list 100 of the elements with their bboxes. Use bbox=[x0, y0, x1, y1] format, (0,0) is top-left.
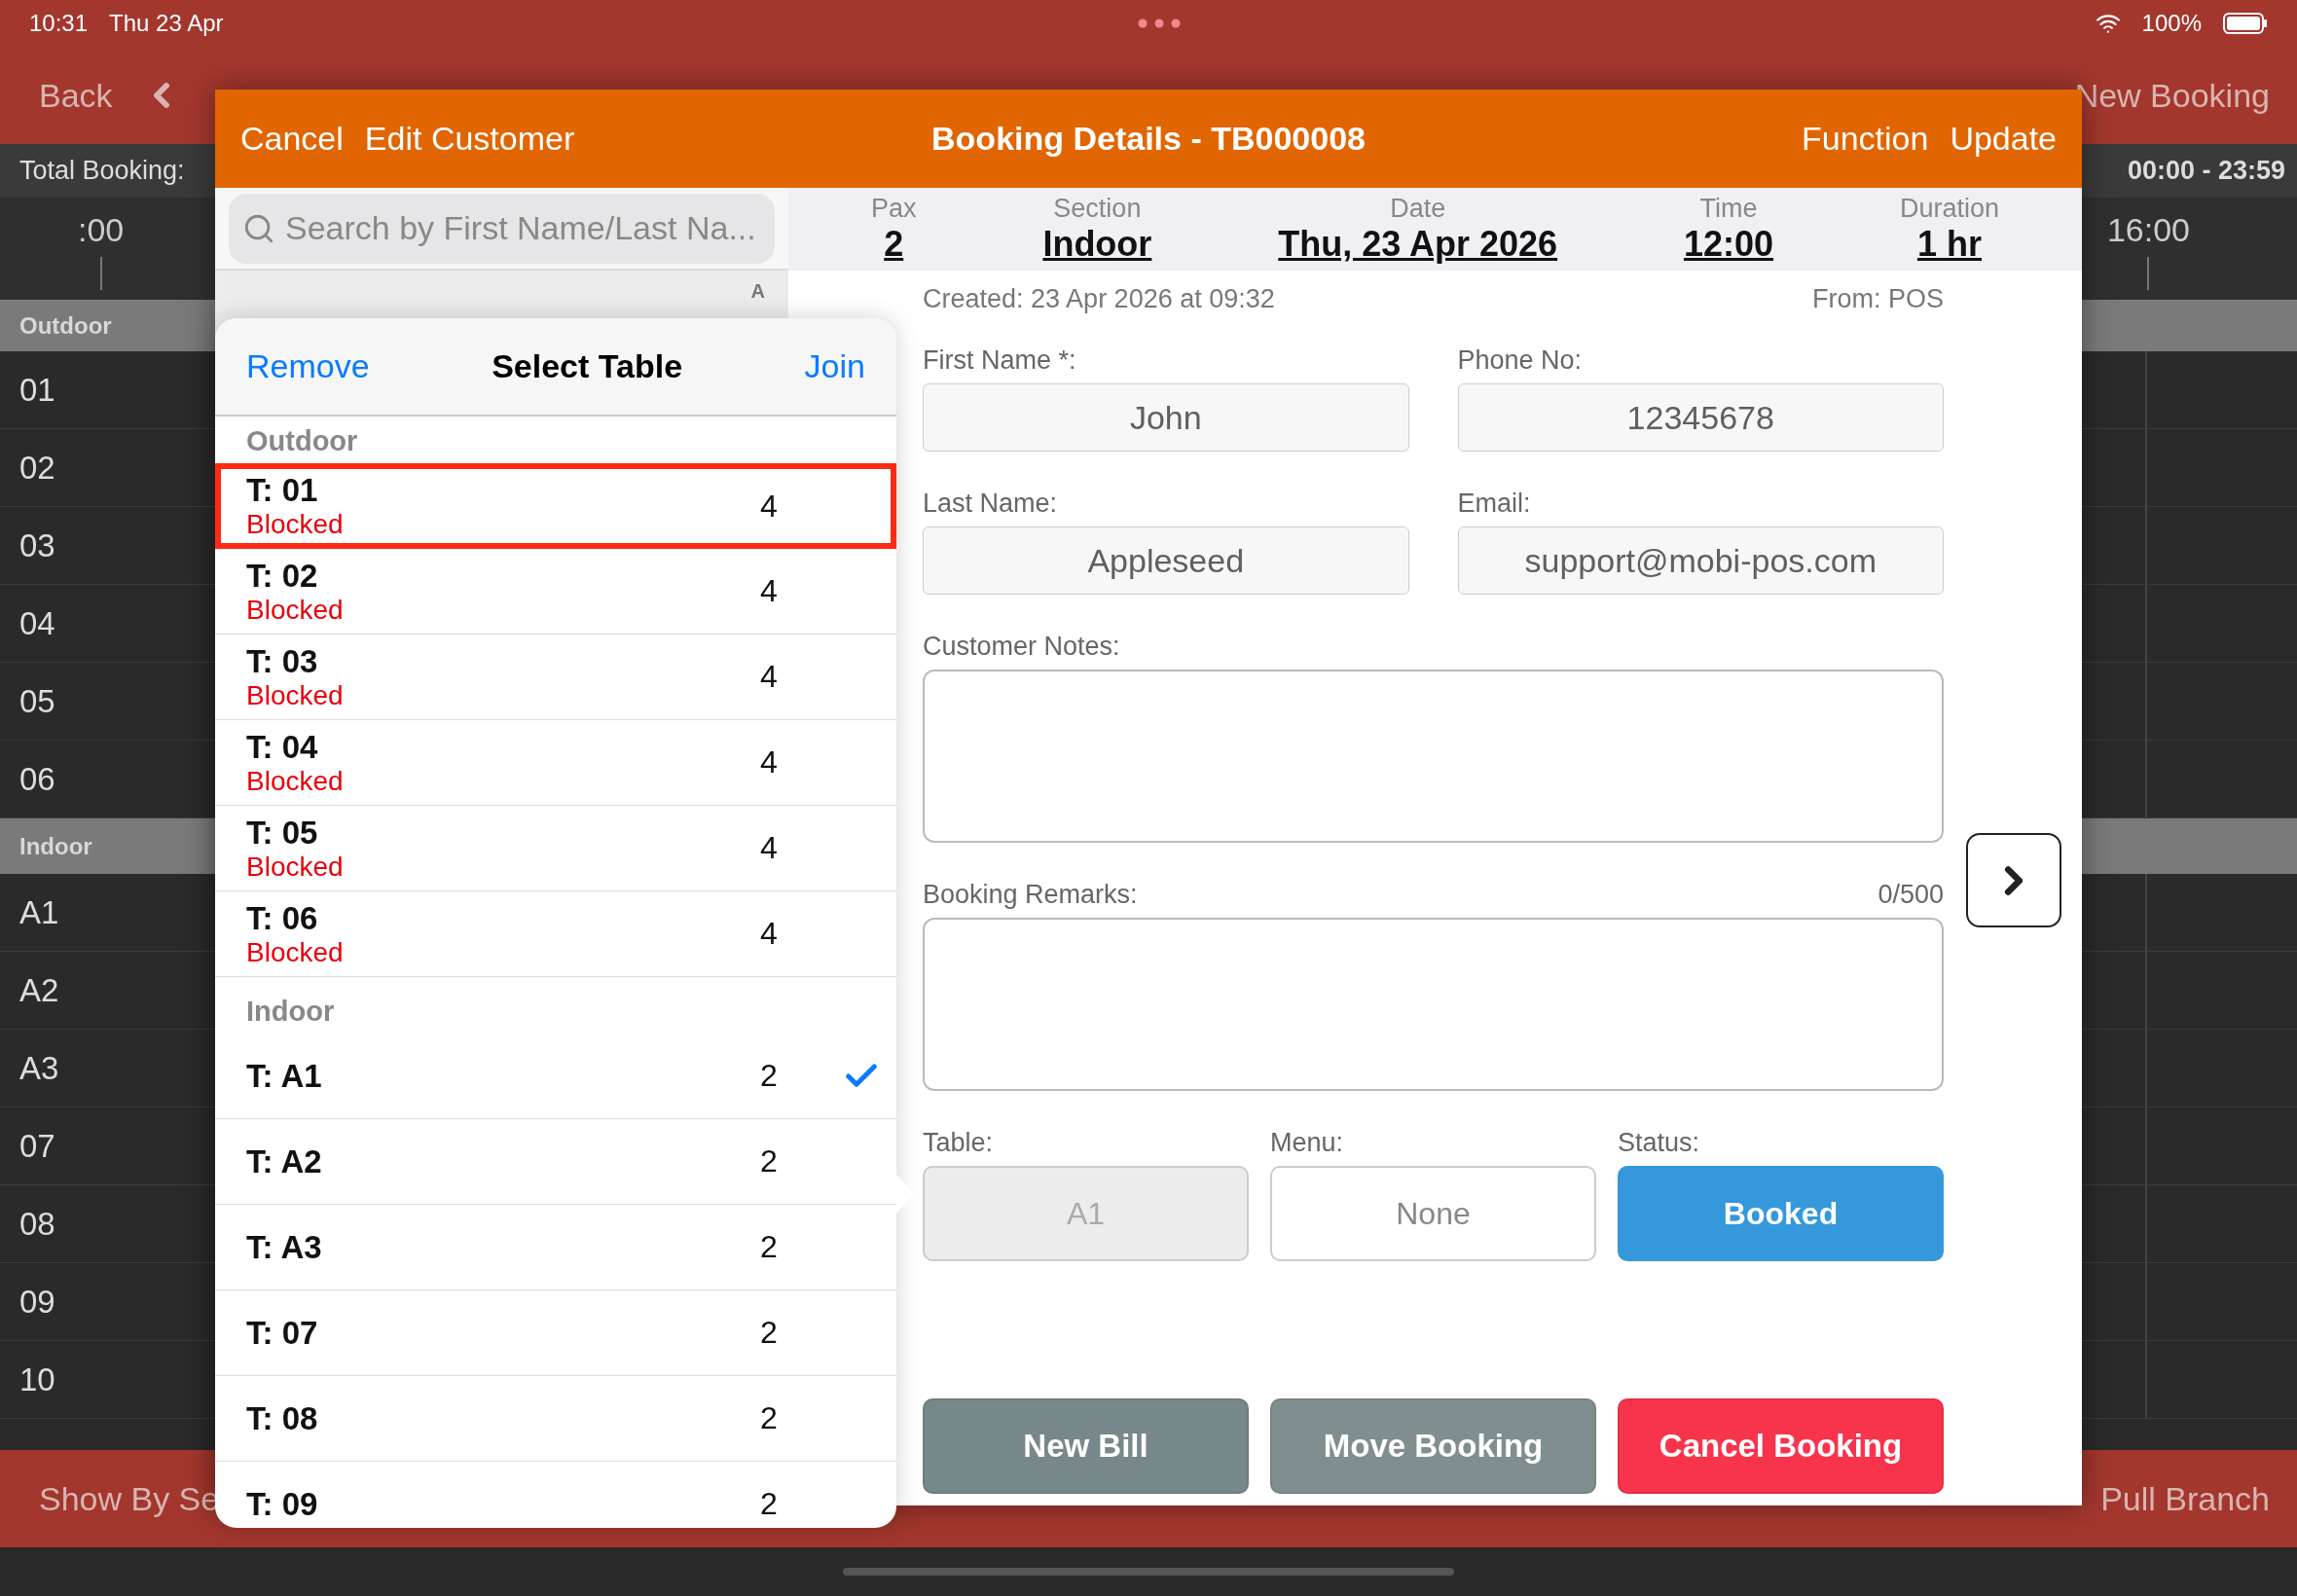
table-name: 02 bbox=[19, 449, 55, 487]
time-tick-label: 16:00 bbox=[2106, 211, 2190, 249]
table-row[interactable]: T: 06 Blocked 4 bbox=[215, 891, 896, 977]
table-name: 09 bbox=[19, 1283, 55, 1321]
more-dots-icon bbox=[1138, 18, 1182, 28]
dialog-title: Booking Details - TB000008 bbox=[931, 120, 1366, 158]
table-row[interactable]: T: 01 Blocked 4 bbox=[215, 463, 896, 549]
input-field[interactable]: Appleseed bbox=[923, 526, 1409, 595]
table-row[interactable]: T: 03 Blocked 4 bbox=[215, 635, 896, 720]
table-name: 05 bbox=[19, 682, 55, 720]
table-row[interactable]: T: 04 Blocked 4 bbox=[215, 720, 896, 806]
field-label: Status: bbox=[1618, 1128, 1701, 1158]
action-button[interactable]: Cancel Booking bbox=[1618, 1398, 1944, 1494]
table-name: T: 09 bbox=[246, 1485, 319, 1523]
field-label: Email: bbox=[1457, 489, 1532, 519]
input-field[interactable]: 12345678 bbox=[1457, 383, 1944, 452]
battery-icon bbox=[2223, 13, 2268, 34]
seat-count: 4 bbox=[760, 659, 779, 695]
field-label: Booking Remarks: bbox=[923, 880, 1138, 910]
field-label: Menu: bbox=[1270, 1128, 1345, 1158]
seat-count: 2 bbox=[760, 1229, 779, 1265]
detail-value[interactable]: Indoor bbox=[1042, 224, 1152, 265]
detail-value[interactable]: 1 hr bbox=[1916, 224, 1982, 265]
header-action[interactable]: Cancel bbox=[240, 120, 344, 158]
group-header: Indoor bbox=[246, 996, 335, 1028]
table-name: T: A2 bbox=[246, 1143, 323, 1180]
header-action[interactable]: Function bbox=[1801, 120, 1929, 158]
table-row[interactable]: T: 09 2 bbox=[215, 1462, 896, 1528]
pull-branch-button[interactable]: Pull Branch bbox=[2100, 1479, 2270, 1518]
notes-field[interactable] bbox=[923, 670, 1944, 843]
seat-count: 2 bbox=[760, 1400, 779, 1436]
table-name: A2 bbox=[19, 971, 59, 1009]
table-name: T: 04 bbox=[246, 728, 319, 766]
table-name: 06 bbox=[19, 760, 55, 798]
table-name: T: A1 bbox=[246, 1057, 323, 1095]
detail-value[interactable]: Thu, 23 Apr 2026 bbox=[1278, 224, 1558, 265]
detail-label: Time bbox=[1699, 194, 1758, 224]
header-action[interactable]: Edit Customer bbox=[364, 120, 575, 158]
table-name: T: 06 bbox=[246, 899, 319, 937]
table-name: 10 bbox=[19, 1360, 55, 1398]
table-row[interactable]: T: 05 Blocked 4 bbox=[215, 806, 896, 891]
table-name: T: A3 bbox=[246, 1228, 323, 1266]
header-action[interactable]: Update bbox=[1950, 120, 2057, 158]
status-date: Thu 23 Apr bbox=[109, 10, 224, 37]
table-row[interactable]: T: 08 2 bbox=[215, 1376, 896, 1462]
seat-count: 2 bbox=[760, 1315, 779, 1351]
seat-count: 4 bbox=[760, 916, 779, 952]
table-row[interactable]: T: 02 Blocked 4 bbox=[215, 549, 896, 635]
detail-label: Section bbox=[1053, 194, 1142, 224]
action-button[interactable]: New Bill bbox=[923, 1398, 1249, 1494]
field-label: Table: bbox=[923, 1128, 995, 1158]
detail-value[interactable]: 2 bbox=[884, 224, 904, 265]
detail-value[interactable]: 12:00 bbox=[1683, 224, 1774, 265]
table-name: T: 07 bbox=[246, 1314, 319, 1352]
table-status: Blocked bbox=[246, 936, 345, 968]
seat-count: 4 bbox=[760, 830, 779, 866]
back-button[interactable]: Back bbox=[39, 76, 113, 115]
table-name: T: 01 bbox=[246, 472, 319, 509]
table-name: 04 bbox=[19, 604, 55, 642]
next-button[interactable] bbox=[1966, 833, 2061, 927]
status-button[interactable]: Booked bbox=[1618, 1166, 1944, 1261]
seat-count: 4 bbox=[760, 744, 779, 780]
table-status: Blocked bbox=[246, 509, 345, 540]
action-button[interactable]: Move Booking bbox=[1270, 1398, 1596, 1494]
table-status: Blocked bbox=[246, 765, 345, 797]
table-row[interactable]: T: A3 2 bbox=[215, 1205, 896, 1290]
group-header: Outdoor bbox=[246, 425, 358, 457]
table-name: T: 02 bbox=[246, 557, 319, 595]
seat-count: 4 bbox=[760, 573, 779, 609]
detail-label: Pax bbox=[870, 194, 917, 224]
select-field[interactable]: None bbox=[1270, 1166, 1596, 1261]
table-name: 07 bbox=[19, 1127, 55, 1165]
table-name: A3 bbox=[19, 1049, 59, 1087]
input-field[interactable]: John bbox=[923, 383, 1409, 452]
status-time: 10:31 bbox=[29, 10, 89, 37]
battery-percent: 100% bbox=[2141, 10, 2202, 37]
table-name: T: 03 bbox=[246, 642, 319, 680]
remarks-field[interactable] bbox=[923, 918, 1944, 1091]
table-name: 08 bbox=[19, 1205, 55, 1243]
table-name: A1 bbox=[19, 893, 59, 931]
table-status: Blocked bbox=[246, 679, 345, 711]
table-name: 01 bbox=[19, 371, 55, 409]
input-field[interactable]: support@mobi-pos.com bbox=[1457, 526, 1944, 595]
field-label: Last Name: bbox=[923, 489, 1059, 519]
detail-label: Date bbox=[1390, 194, 1446, 224]
table-name: 03 bbox=[19, 526, 55, 564]
table-status: Blocked bbox=[246, 594, 345, 626]
time-tick-label: :00 bbox=[78, 211, 125, 249]
character-count: 0/500 bbox=[1878, 880, 1944, 910]
detail-label: Duration bbox=[1899, 194, 1999, 224]
table-row[interactable]: T: 07 2 bbox=[215, 1290, 896, 1376]
total-booking-label: Total Booking: bbox=[19, 156, 185, 186]
time-range: 00:00 - 23:59 bbox=[2127, 156, 2285, 186]
table-row[interactable]: T: A1 2 bbox=[215, 1034, 896, 1119]
field-label: Customer Notes: bbox=[923, 632, 1121, 662]
index-letter: A bbox=[750, 280, 765, 303]
table-row[interactable]: T: A2 2 bbox=[215, 1119, 896, 1205]
seat-count: 2 bbox=[760, 1486, 779, 1522]
seat-count: 4 bbox=[760, 488, 779, 525]
seat-count: 2 bbox=[760, 1058, 779, 1094]
